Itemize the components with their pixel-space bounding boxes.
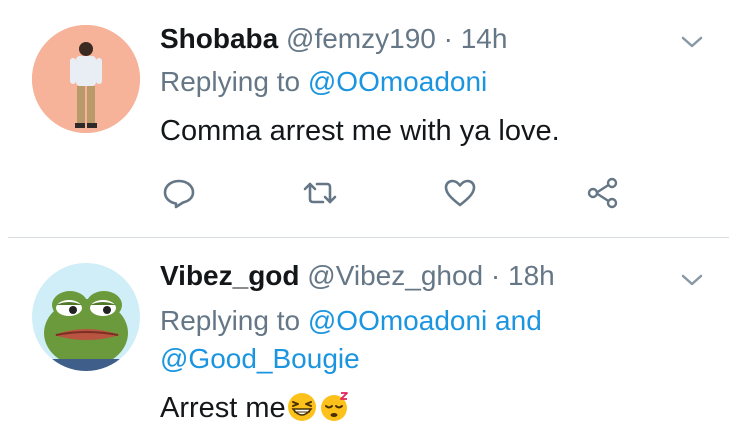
- share-icon[interactable]: [586, 176, 620, 210]
- chevron-down-icon[interactable]: [680, 270, 704, 290]
- display-name[interactable]: Shobaba: [160, 23, 278, 54]
- replying-to: Replying to @OOmoadoni and @Good_Bougie: [160, 302, 680, 378]
- display-name[interactable]: Vibez_god: [160, 260, 300, 291]
- like-icon[interactable]: [443, 176, 477, 210]
- retweet-icon[interactable]: [303, 176, 337, 210]
- mention-link[interactable]: @OOmoadoni: [308, 305, 487, 336]
- tweet-text-body: Arrest me: [160, 392, 286, 424]
- user-handle[interactable]: @femzy190: [286, 23, 436, 54]
- replying-to: Replying to @OOmoadoni: [160, 63, 487, 101]
- replying-prefix: Replying to: [160, 66, 301, 97]
- tweet-header: Shobaba @femzy190 · 14h: [160, 22, 507, 56]
- chevron-down-icon[interactable]: [680, 32, 704, 52]
- tweet-text: Comma arrest me with ya love.: [160, 115, 560, 147]
- tweet-1[interactable]: Shobaba @femzy190 · 14h Replying to @OOm…: [0, 0, 737, 237]
- timestamp[interactable]: 14h: [461, 23, 508, 54]
- separator-dot: ·: [490, 260, 501, 291]
- mention-link[interactable]: @OOmoadoni: [308, 66, 487, 97]
- tweet-text: Arrest me: [160, 390, 350, 426]
- user-handle[interactable]: @Vibez_ghod: [307, 260, 483, 291]
- replying-and: and: [495, 305, 542, 336]
- timestamp[interactable]: 18h: [508, 260, 555, 291]
- sleepy-emoji: [318, 391, 350, 423]
- separator-dot: ·: [443, 23, 453, 54]
- avatar[interactable]: [32, 25, 140, 133]
- grinning-squint-emoji: [286, 391, 318, 423]
- tweet-header: Vibez_god @Vibez_ghod · 18h: [160, 259, 555, 293]
- tweet-2[interactable]: Vibez_god @Vibez_ghod · 18h Replying to …: [0, 238, 737, 439]
- replying-prefix: Replying to: [160, 305, 301, 336]
- reply-icon[interactable]: [162, 176, 196, 210]
- avatar[interactable]: [32, 263, 140, 371]
- mention-link-2[interactable]: @Good_Bougie: [160, 343, 360, 374]
